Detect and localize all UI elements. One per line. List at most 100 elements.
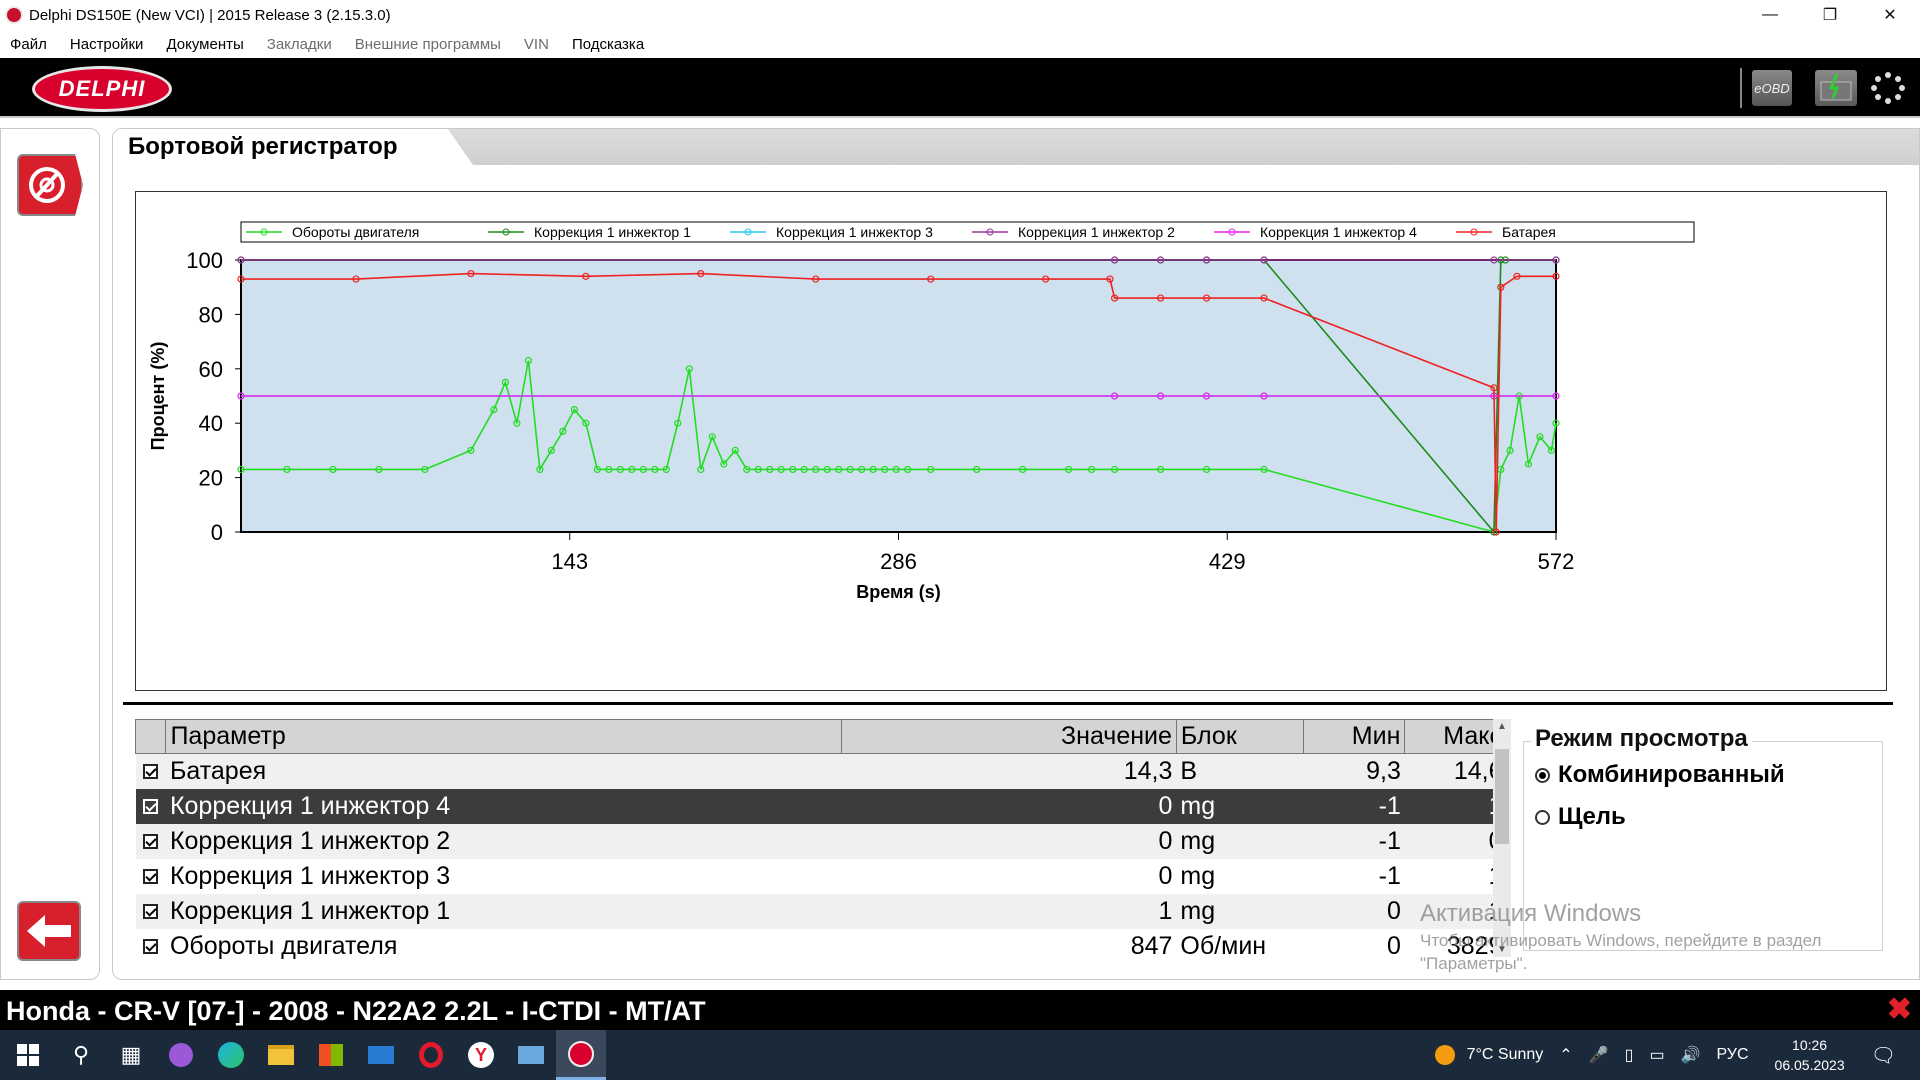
header-param[interactable]: Параметр	[165, 719, 842, 754]
delphi-taskbar-icon[interactable]	[556, 1030, 606, 1080]
opera-icon[interactable]	[406, 1030, 456, 1080]
weather-icon[interactable]	[1434, 1045, 1455, 1065]
cell-value: 0	[841, 858, 1177, 894]
loading-icon[interactable]	[1868, 70, 1908, 106]
cell-unit: mg	[1176, 823, 1304, 859]
menu-external-programs[interactable]: Внешние программы	[355, 36, 501, 53]
cell-param: Коррекция 1 инжектор 3	[165, 858, 842, 894]
table-row[interactable]: Коррекция 1 инжектор 20mg-10	[135, 823, 1507, 859]
mail-icon[interactable]	[356, 1030, 406, 1080]
table-row[interactable]: Коррекция 1 инжектор 30mg-11	[135, 858, 1507, 894]
table-row[interactable]: Коррекция 1 инжектор 40mg-11	[135, 788, 1507, 824]
cell-value: 1	[841, 893, 1177, 929]
legend-label: Батарея	[1502, 224, 1556, 240]
app-icon	[5, 6, 23, 24]
menu-bookmarks[interactable]: Закладки	[267, 36, 332, 53]
vci-status-icon[interactable]	[1815, 70, 1857, 106]
cell-value: 0	[841, 788, 1177, 824]
toolbar-divider	[1740, 68, 1742, 108]
checkbox-icon[interactable]	[143, 763, 159, 779]
volume-icon[interactable]: 🔊	[1681, 1045, 1701, 1065]
close-button[interactable]: ✕	[1860, 0, 1920, 30]
checkbox-icon[interactable]	[143, 938, 159, 954]
page-title: Бортовой регистратор	[113, 129, 473, 165]
row-checkbox[interactable]	[135, 893, 166, 929]
main-panel: Бортовой регистратор 0 20 40 60 80 100 143 286 4…	[112, 128, 1920, 980]
weather-text[interactable]: 7°C Sunny	[1467, 1046, 1544, 1064]
chart-container: 0 20 40 60 80 100 143 286 429 572 Время (s) Процент…	[135, 191, 1887, 691]
header-min[interactable]: Мин	[1302, 719, 1406, 754]
menu-documents[interactable]: Документы	[166, 36, 243, 53]
network-icon[interactable]: ▯	[1625, 1045, 1634, 1065]
radio-combined-label[interactable]: Комбинированный	[1558, 761, 1785, 789]
table-row[interactable]: Коррекция 1 инжектор 11mg01	[135, 893, 1507, 929]
cell-min: -1	[1303, 788, 1405, 824]
scrollbar-thumb[interactable]	[1495, 749, 1509, 844]
notifications-icon[interactable]: 🗨	[1871, 1043, 1896, 1068]
table-row[interactable]: Обороты двигателя 847 Об/мин 0 3829	[135, 928, 1507, 964]
task-view-icon[interactable]: ▦	[106, 1030, 156, 1080]
cell-max: 1	[1404, 858, 1507, 894]
cell-value: 847	[841, 928, 1177, 964]
microphone-icon[interactable]: 🎤	[1589, 1045, 1609, 1065]
clock[interactable]: 10:26 06.05.2023	[1775, 1035, 1845, 1075]
chart-svg: 0 20 40 60 80 100 143 286 429 572 Время (s) Процент…	[148, 221, 1695, 602]
table-header-row: Параметр Значение Блок Мин Макс	[134, 719, 1507, 754]
menu-help[interactable]: Подсказка	[572, 36, 644, 53]
header-max[interactable]: Макс	[1404, 719, 1507, 754]
taskbar: ⚲ ▦ Y 7°C Sunny ⌃ 🎤 ▯ ▭ 🔊 РУС 10:26 06.0…	[0, 1030, 1920, 1080]
cell-max: 0	[1404, 823, 1507, 859]
yandex-browser-icon[interactable]: Y	[456, 1030, 506, 1080]
scroll-up-icon[interactable]: ▲	[1497, 721, 1507, 732]
cell-unit: mg	[1176, 858, 1304, 894]
y-tick-label: 0	[211, 520, 223, 545]
cell-param: Коррекция 1 инжектор 2	[165, 823, 842, 859]
row-checkbox[interactable]	[135, 823, 166, 859]
radio-combined-dot[interactable]	[1535, 767, 1550, 783]
row-checkbox[interactable]	[135, 753, 166, 789]
window-title: Delphi DS150E (New VCI) | 2015 Release 3…	[29, 6, 391, 24]
row-checkbox[interactable]	[135, 928, 166, 964]
minimize-button[interactable]: —	[1740, 0, 1800, 30]
menu-file[interactable]: Файл	[10, 36, 47, 53]
y-tick-label: 20	[199, 466, 223, 491]
cortana-icon[interactable]	[156, 1030, 206, 1080]
start-button[interactable]	[0, 1030, 56, 1080]
y-tick-label: 60	[199, 357, 223, 382]
row-checkbox[interactable]	[135, 858, 166, 894]
back-button[interactable]	[17, 901, 81, 961]
checkbox-icon[interactable]	[143, 833, 159, 849]
system-tray: 7°C Sunny ⌃ 🎤 ▯ ▭ 🔊 РУС 10:26 06.05.2023…	[1434, 1030, 1920, 1080]
radio-slot-dot[interactable]	[1535, 809, 1550, 825]
close-vehicle-icon[interactable]: ✖	[1887, 992, 1912, 1027]
stop-recording-button[interactable]	[17, 154, 83, 216]
row-checkbox[interactable]	[135, 788, 166, 824]
legend-label: Коррекция 1 инжектор 2	[1018, 224, 1175, 240]
radio-slot-label[interactable]: Щель	[1558, 803, 1626, 831]
file-explorer-icon[interactable]	[256, 1030, 306, 1080]
menu-settings[interactable]: Настройки	[70, 36, 144, 53]
remote-desktop-icon[interactable]	[506, 1030, 556, 1080]
store-icon[interactable]	[306, 1030, 356, 1080]
checkbox-icon[interactable]	[143, 868, 159, 884]
menu-vin[interactable]: VIN	[524, 36, 549, 53]
edge-icon[interactable]	[206, 1030, 256, 1080]
checkbox-icon[interactable]	[143, 903, 159, 919]
radio-slot[interactable]: Щель	[1535, 803, 1885, 831]
table-row[interactable]: Батарея 14,3 В 9,3 14,6	[135, 753, 1507, 789]
search-icon[interactable]: ⚲	[56, 1030, 106, 1080]
radio-combined[interactable]: Комбинированный	[1535, 761, 1885, 789]
cell-value: 14,3	[841, 753, 1177, 789]
maximize-button[interactable]: ❐	[1800, 0, 1860, 30]
tray-chevron-icon[interactable]: ⌃	[1559, 1045, 1572, 1065]
battery-icon[interactable]: ▭	[1649, 1045, 1664, 1065]
eobd-icon[interactable]: eOBD	[1752, 70, 1792, 106]
checkbox-icon[interactable]	[143, 798, 159, 814]
cell-min: 0	[1303, 928, 1405, 964]
vehicle-bar: Honda - CR-V [07-] - 2008 - N22A2 2.2L -…	[0, 990, 1920, 1030]
legend-label: Коррекция 1 инжектор 1	[534, 224, 691, 240]
cell-param: Батарея	[165, 753, 842, 789]
header-unit[interactable]: Блок	[1175, 719, 1304, 754]
header-value[interactable]: Значение	[840, 719, 1177, 754]
language-indicator[interactable]: РУС	[1716, 1046, 1748, 1064]
